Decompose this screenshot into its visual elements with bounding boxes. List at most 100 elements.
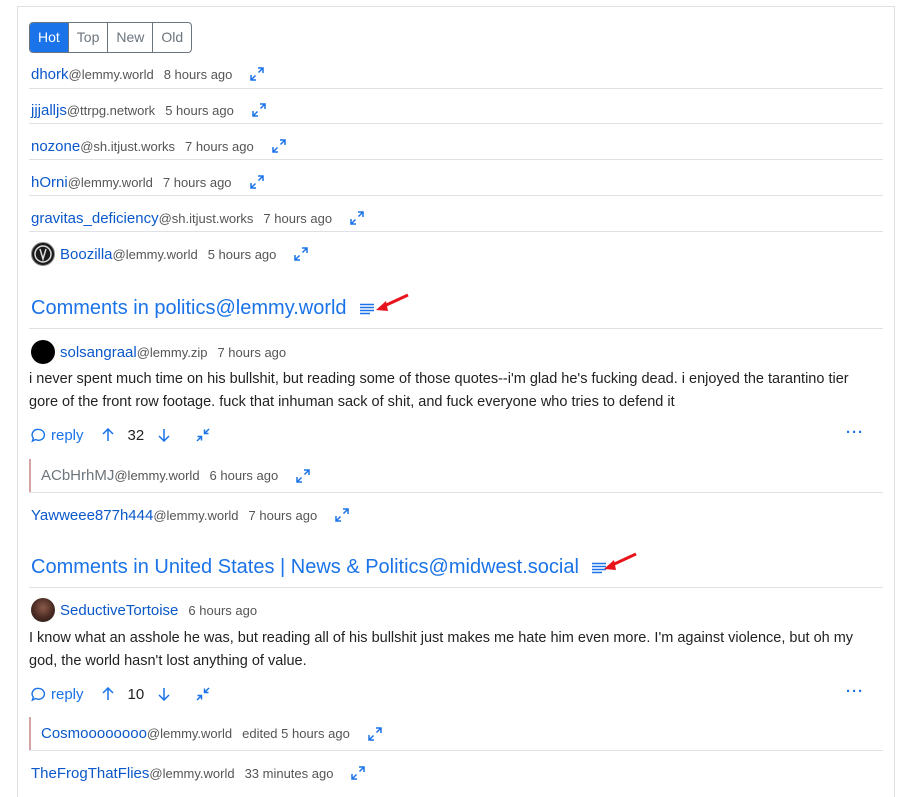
instance-label: @ttrpg.network <box>66 102 156 118</box>
sort-new-button[interactable]: New <box>107 23 152 52</box>
collapsed-comment: jjjalljs @ttrpg.network 5 hours ago <box>31 100 266 120</box>
username-link[interactable]: jjjalljs <box>31 102 67 119</box>
comment-body: I know what an asshole he was, but readi… <box>29 630 854 669</box>
timestamp: 7 hours ago <box>263 210 333 226</box>
more-options-button[interactable]: ··· <box>846 424 864 441</box>
expand-icon[interactable] <box>252 103 266 117</box>
instance-label: @lemmy.world <box>67 174 153 190</box>
username-link[interactable]: solsangraal <box>60 344 137 361</box>
comment-header: solsangraal @lemmy.zip 7 hours ago <box>31 340 286 364</box>
reply-button[interactable]: reply <box>31 427 84 444</box>
collapsed-comment: Boozilla @lemmy.world 5 hours ago <box>31 241 309 267</box>
collapsed-comment: gravitas_deficiency @sh.itjust.works 7 hou… <box>31 208 364 228</box>
username-link[interactable]: SeductiveTortoise <box>60 602 178 619</box>
annotation-arrow-icon <box>604 552 637 570</box>
reply-button[interactable]: reply <box>31 686 84 703</box>
instance-label: @lemmy.world <box>149 765 235 781</box>
collapsed-comment: nozone @sh.itjust.works 7 hours ago <box>31 136 286 156</box>
downvote-icon[interactable] <box>158 428 170 442</box>
expand-icon[interactable] <box>271 139 286 153</box>
comment-actions: reply 32 <box>31 424 210 446</box>
instance-label: @lemmy.world <box>114 468 200 483</box>
divider <box>29 88 883 89</box>
sort-top-button[interactable]: Top <box>67 23 108 52</box>
instance-label: @lemmy.world <box>68 66 154 82</box>
timestamp: 8 hours ago <box>163 66 233 82</box>
divider <box>29 328 883 329</box>
instance-label: @lemmy.zip <box>136 344 208 360</box>
collapsed-comment: dhork @lemmy.world 8 hours ago <box>31 64 265 84</box>
collapse-icon[interactable] <box>196 428 210 442</box>
speech-bubble-icon <box>31 687 46 702</box>
more-options-button[interactable]: ··· <box>846 683 864 700</box>
timestamp: 7 hours ago <box>162 174 232 190</box>
collapsed-comment: Yawweee877h444 @lemmy.world 7 hours ago <box>31 505 349 525</box>
upvote-icon[interactable] <box>101 428 114 442</box>
expand-icon[interactable] <box>250 67 265 81</box>
expand-icon[interactable] <box>294 247 309 261</box>
timestamp: 7 hours ago <box>248 507 318 523</box>
sort-old-button[interactable]: Old <box>152 23 191 52</box>
avatar[interactable] <box>31 242 55 266</box>
section-title-link[interactable]: Comments in politics@lemmy.world <box>31 297 375 320</box>
speech-bubble-icon <box>31 428 46 443</box>
expand-icon[interactable] <box>296 468 310 483</box>
divider <box>29 123 883 124</box>
expand-icon[interactable] <box>350 211 364 225</box>
avatar[interactable] <box>31 598 55 622</box>
username-link[interactable]: Cosmoooooooo <box>41 725 147 742</box>
child-comment: ACbHrhMJ @lemmy.world 6 hours ago <box>29 459 883 492</box>
expand-icon[interactable] <box>351 766 366 780</box>
sort-hot-button[interactable]: Hot <box>30 23 68 52</box>
username-link[interactable]: TheFrogThatFlies <box>31 765 149 782</box>
vote-score: 32 <box>127 426 145 444</box>
instance-label: @lemmy.world <box>153 507 239 523</box>
timestamp: 33 minutes ago <box>244 765 334 781</box>
username-link[interactable]: Yawweee877h444 <box>31 507 153 524</box>
comment-header: SeductiveTortoise 6 hours ago <box>31 598 257 622</box>
reply-label: reply <box>51 426 84 444</box>
divider <box>29 159 883 160</box>
divider <box>29 750 883 751</box>
timestamp: 7 hours ago <box>217 344 287 360</box>
collapsed-comment: hOrni @lemmy.world 7 hours ago <box>31 172 264 192</box>
username-link[interactable]: nozone <box>31 138 80 155</box>
section-title-link[interactable]: Comments in United States | News & Polit… <box>31 556 607 579</box>
divider <box>29 492 883 493</box>
username-link[interactable]: dhork <box>31 66 69 83</box>
sort-button-group: Hot Top New Old <box>29 22 193 53</box>
instance-label: @lemmy.world <box>146 726 233 741</box>
divider <box>29 195 883 196</box>
expand-icon[interactable] <box>249 175 264 189</box>
section-title: Comments in United States | News & Polit… <box>31 556 579 578</box>
expand-icon[interactable] <box>368 726 382 741</box>
instance-label: @lemmy.world <box>112 246 198 262</box>
vote-score: 10 <box>127 685 145 703</box>
section-title: Comments in politics@lemmy.world <box>31 297 347 319</box>
timestamp: 6 hours ago <box>209 468 279 483</box>
downvote-icon[interactable] <box>158 687 170 701</box>
comment-body: i never spent much time on his bullshit,… <box>29 371 849 410</box>
reply-label: reply <box>51 685 84 703</box>
child-comment: Cosmoooooooo @lemmy.world edited 5 hours a… <box>29 717 883 750</box>
timestamp: 5 hours ago <box>165 102 234 118</box>
upvote-icon[interactable] <box>101 687 114 701</box>
expand-icon[interactable] <box>335 508 349 522</box>
timestamp: 7 hours ago <box>185 138 254 154</box>
timestamp: 6 hours ago <box>188 602 258 618</box>
timestamp: 5 hours ago <box>207 246 277 262</box>
comment-actions: reply 10 <box>31 683 210 705</box>
username-link[interactable]: ACbHrhMJ <box>41 467 114 484</box>
collapse-icon[interactable] <box>196 687 210 701</box>
annotation-arrow-icon <box>376 293 409 311</box>
username-link[interactable]: Boozilla <box>60 246 113 263</box>
avatar[interactable] <box>31 340 55 364</box>
collapsed-comment: TheFrogThatFlies @lemmy.world 33 minutes a… <box>31 763 366 783</box>
instance-label: @sh.itjust.works <box>158 210 254 226</box>
username-link[interactable]: hOrni <box>31 174 68 191</box>
username-link[interactable]: gravitas_deficiency <box>31 210 159 227</box>
instance-label: @sh.itjust.works <box>80 138 176 154</box>
timestamp: edited 5 hours ago <box>242 726 350 741</box>
divider <box>29 587 883 588</box>
divider <box>29 231 883 232</box>
